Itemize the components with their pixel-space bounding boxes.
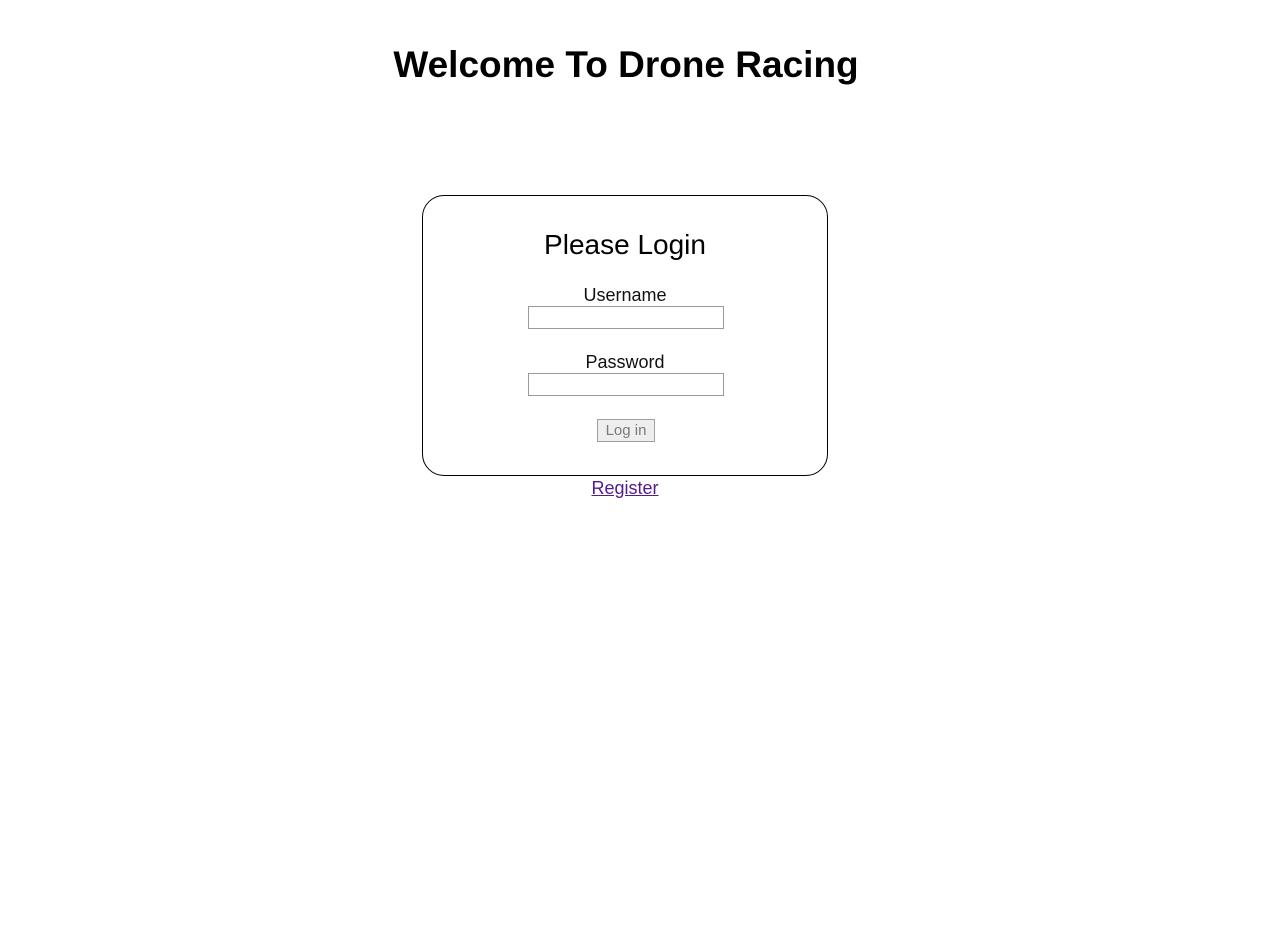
page-title: Welcome To Drone Racing [393, 44, 859, 85]
login-button[interactable]: Log in [597, 419, 655, 442]
username-label: Username [583, 285, 667, 305]
password-label: Password [585, 352, 665, 372]
login-card: Please Login Username Password Log in [422, 195, 828, 476]
username-input[interactable] [528, 306, 724, 329]
page: Welcome To Drone Racing Please Login Use… [0, 0, 1274, 927]
register-link[interactable]: Register [422, 477, 828, 499]
login-card-title: Please Login [544, 229, 706, 260]
password-input[interactable] [528, 373, 724, 396]
